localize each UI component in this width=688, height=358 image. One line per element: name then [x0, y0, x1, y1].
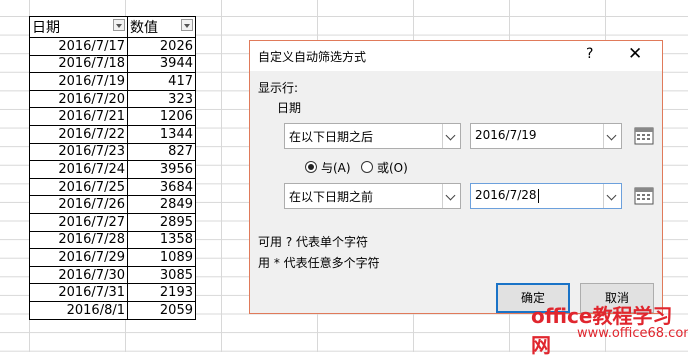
header-date: 日期 [29, 16, 128, 38]
date-cell[interactable]: 2016/7/19 [29, 72, 128, 91]
table-row: 2016/7/19 417 [29, 72, 196, 91]
value-cell[interactable]: 3956 [127, 160, 196, 179]
date-cell[interactable]: 2016/7/17 [29, 37, 128, 56]
dialog-title: 自定义自动筛选方式 [258, 50, 367, 64]
condition1-value: 2016/7/19 [475, 128, 537, 142]
hint-multi-char: 用 * 代表任意多个字符 [258, 256, 380, 270]
calendar-icon[interactable] [634, 186, 654, 206]
close-button[interactable]: ✕ [628, 44, 642, 64]
text-caret [537, 188, 539, 203]
date-cell[interactable]: 2016/7/25 [29, 177, 128, 197]
header-value: 数值 [127, 16, 196, 38]
data-table: 日期 数值 2016/7/17 2026 2016/7/18 3944 2016/7/1… [29, 16, 196, 320]
date-cell[interactable]: 2016/7/20 [29, 89, 128, 109]
value-cell[interactable]: 2849 [127, 195, 196, 214]
date-cell[interactable]: 2016/7/28 [29, 230, 128, 250]
table-row: 2016/7/18 3944 [29, 54, 196, 74]
date-cell[interactable]: 2016/7/23 [29, 142, 128, 162]
chevron-down-icon[interactable] [442, 124, 460, 148]
value-cell[interactable]: 323 [127, 89, 196, 109]
value-cell[interactable]: 2193 [127, 283, 196, 302]
date-cell[interactable]: 2016/7/22 [29, 124, 128, 144]
header-row: 日期 数值 [29, 16, 196, 38]
date-cell[interactable]: 2016/7/18 [29, 54, 128, 74]
date-cell[interactable]: 2016/7/24 [29, 160, 128, 179]
dialog-titlebar: 自定义自动筛选方式 ? ✕ [250, 41, 662, 71]
help-button[interactable]: ? [586, 46, 593, 62]
value-cell[interactable]: 3085 [127, 265, 196, 285]
condition2-value-wrap: 2016/7/28 [475, 188, 539, 203]
value-cell[interactable]: 1358 [127, 230, 196, 250]
table-row: 2016/7/25 3684 [29, 177, 196, 197]
condition2-operator-select[interactable]: 在以下日期之前 [284, 183, 461, 209]
filter-dropdown-icon[interactable] [113, 19, 125, 31]
table-row: 2016/7/31 2193 [29, 283, 196, 302]
table-row: 2016/7/21 1206 [29, 107, 196, 126]
value-cell[interactable]: 3684 [127, 177, 196, 197]
table-row: 2016/7/26 2849 [29, 195, 196, 214]
table-row: 2016/7/24 3956 [29, 160, 196, 179]
table-row: 2016/7/28 1358 [29, 230, 196, 250]
value-cell[interactable]: 1206 [127, 107, 196, 126]
condition2-operator-value: 在以下日期之前 [289, 190, 374, 204]
table-row: 2016/7/17 2026 [29, 37, 196, 56]
header-date-label: 日期 [32, 20, 60, 36]
and-radio[interactable] [305, 161, 317, 173]
condition2-value: 2016/7/28 [475, 188, 537, 202]
chevron-down-icon[interactable] [603, 184, 621, 208]
table-row: 2016/7/30 3085 [29, 265, 196, 285]
watermark-url: www.office68.com [577, 326, 688, 341]
chevron-down-icon[interactable] [442, 184, 460, 208]
value-cell[interactable]: 827 [127, 142, 196, 162]
condition1-operator-select[interactable]: 在以下日期之后 [284, 123, 461, 149]
table-row: 2016/7/27 2895 [29, 212, 196, 232]
show-rows-label: 显示行: [258, 81, 299, 95]
date-cell[interactable]: 2016/7/26 [29, 195, 128, 214]
date-cell[interactable]: 2016/7/31 [29, 283, 128, 302]
date-cell[interactable]: 2016/7/30 [29, 265, 128, 285]
value-cell[interactable]: 3944 [127, 54, 196, 74]
and-label: 与(A) [321, 161, 351, 175]
date-cell[interactable]: 2016/7/29 [29, 248, 128, 267]
value-cell[interactable]: 1089 [127, 248, 196, 267]
date-cell[interactable]: 2016/7/27 [29, 212, 128, 232]
value-cell[interactable]: 2026 [127, 37, 196, 56]
header-value-label: 数值 [130, 20, 158, 36]
table-row: 2016/7/29 1089 [29, 248, 196, 267]
calendar-icon[interactable] [634, 126, 654, 146]
field-label: 日期 [277, 101, 302, 115]
or-label: 或(O) [377, 161, 408, 175]
date-cell[interactable]: 2016/7/21 [29, 107, 128, 126]
table-row: 2016/8/1 2059 [29, 300, 196, 320]
date-cell[interactable]: 2016/8/1 [29, 300, 128, 320]
value-cell[interactable]: 2895 [127, 212, 196, 232]
table-row: 2016/7/20 323 [29, 89, 196, 109]
custom-autofilter-dialog: 自定义自动筛选方式 ? ✕ 显示行: 日期 在以下日期之后 2016/7/19 … [249, 40, 663, 314]
condition1-value-input[interactable]: 2016/7/19 [470, 123, 622, 149]
condition1-operator-value: 在以下日期之后 [289, 130, 374, 144]
condition2-value-input[interactable]: 2016/7/28 [470, 183, 622, 209]
or-radio[interactable] [361, 161, 373, 173]
value-cell[interactable]: 1344 [127, 124, 196, 144]
value-cell[interactable]: 2059 [127, 300, 196, 320]
chevron-down-icon[interactable] [603, 124, 621, 148]
table-row: 2016/7/23 827 [29, 142, 196, 162]
hint-single-char: 可用 ? 代表单个字符 [258, 235, 368, 249]
filter-dropdown-icon[interactable] [181, 19, 193, 31]
table-row: 2016/7/22 1344 [29, 124, 196, 144]
value-cell[interactable]: 417 [127, 72, 196, 91]
